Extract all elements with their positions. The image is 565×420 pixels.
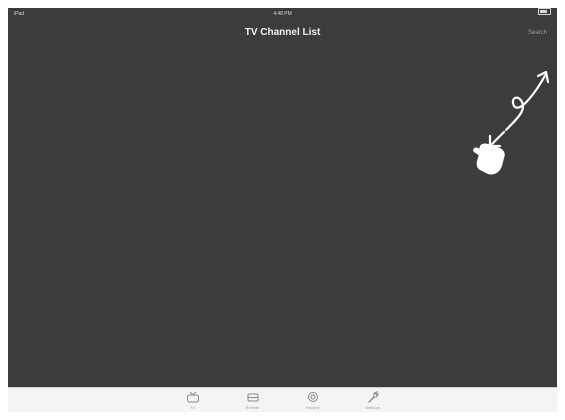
search-button[interactable]: Search (528, 30, 547, 36)
tab-remote[interactable]: Remote (238, 388, 268, 412)
tab-label: Settings (365, 405, 380, 410)
channel-list-area (8, 50, 557, 388)
tab-label: Remote (245, 405, 260, 410)
tab-settings[interactable]: Settings (358, 388, 388, 412)
tab-label: TV (189, 405, 196, 410)
page-title: TV Channel List (244, 27, 321, 38)
status-time: 4:48 PM (273, 11, 292, 17)
record-icon (307, 392, 318, 402)
tab-label: Record (306, 405, 319, 410)
tab-tv[interactable]: TV (178, 388, 208, 412)
status-bar: iPad 4:48 PM (8, 8, 557, 20)
wrench-icon (367, 391, 379, 403)
gesture-hint (473, 70, 550, 175)
navigation-bar: TV Channel List Search (8, 20, 557, 50)
remote-icon (247, 393, 258, 402)
curved-arrow-icon (488, 70, 550, 148)
tab-record[interactable]: Record (298, 388, 328, 412)
battery-icon (538, 8, 551, 15)
tap-hand-icon (473, 143, 505, 175)
tab-bar: TV Remote Record Settings (8, 387, 557, 412)
battery-indicator (538, 8, 551, 15)
ipad-screen: iPad 4:48 PM TV Channel List Search TV R… (8, 8, 557, 412)
tv-icon (186, 391, 199, 403)
